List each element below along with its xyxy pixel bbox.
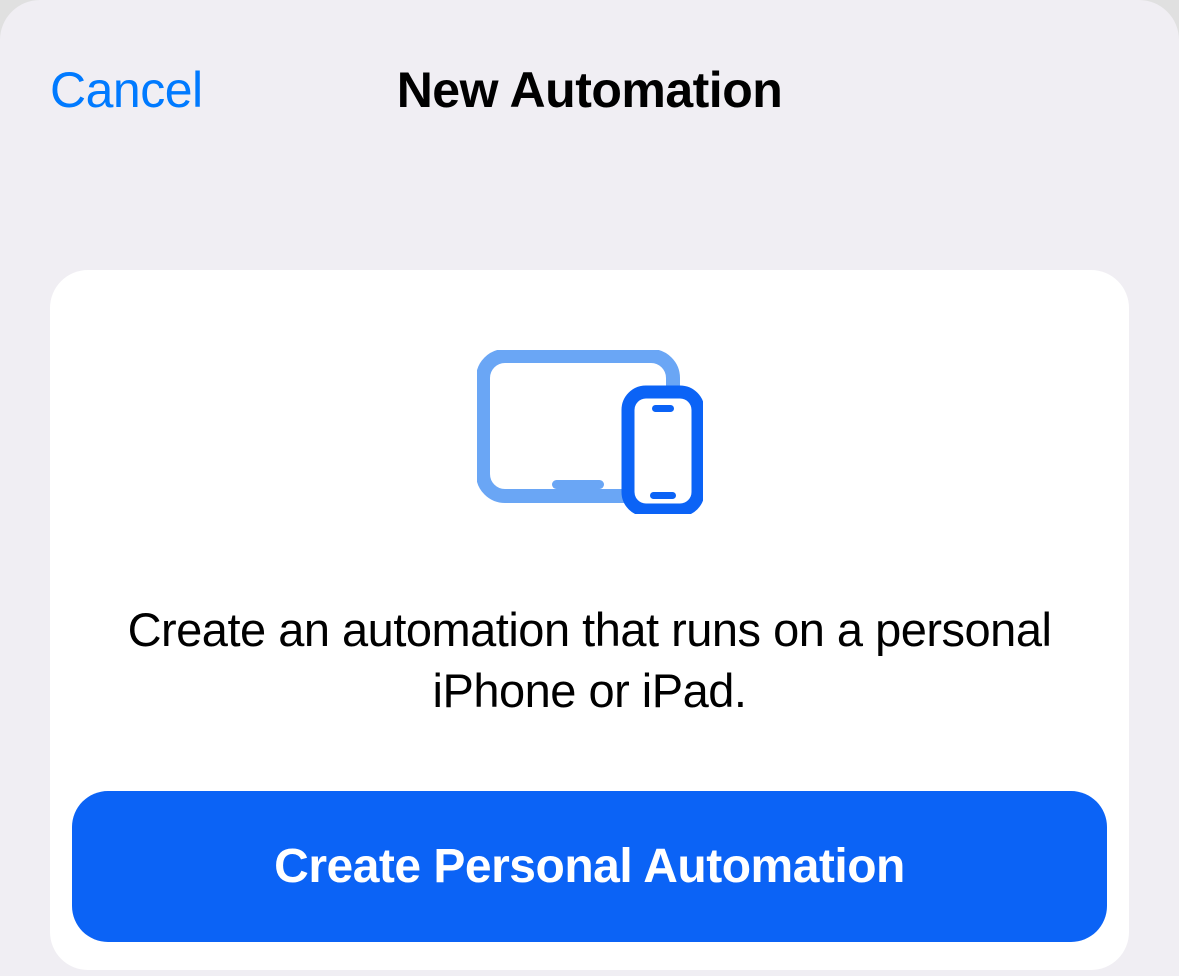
sheet-header: Cancel New Automation [0, 50, 1179, 130]
cancel-button[interactable]: Cancel [50, 61, 203, 119]
devices-icon [477, 350, 703, 519]
create-personal-automation-button[interactable]: Create Personal Automation [72, 791, 1107, 942]
personal-automation-card: Create an automation that runs on a pers… [50, 270, 1129, 970]
page-title: New Automation [397, 61, 783, 119]
new-automation-sheet: Cancel New Automation Create an automati… [0, 0, 1179, 976]
card-description: Create an automation that runs on a pers… [72, 599, 1107, 721]
